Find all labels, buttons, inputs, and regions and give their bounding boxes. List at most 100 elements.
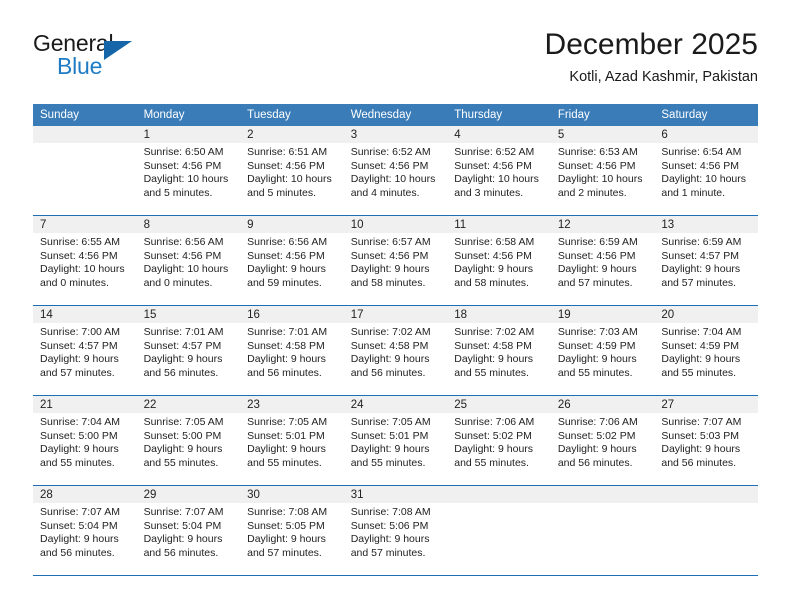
calendar-day-cell[interactable]: 8 Sunrise: 6:56 AM Sunset: 4:56 PM Daylight…: [136, 215, 241, 306]
daylight-text-line2: and 4 minutes.: [350, 186, 420, 199]
daylight-text-line2: and 56 minutes.: [247, 366, 322, 379]
day-cell-inner: 17 Sunrise: 7:02 AM Sunset: 4:58 PM Dayligh…: [343, 306, 448, 395]
calendar-day-cell[interactable]: 12 Sunrise: 6:59 AM Sunset: 4:56 PM Dayligh…: [550, 215, 655, 306]
day-cell-details: Sunrise: 6:59 AM Sunset: 4:57 PM Daylight:…: [654, 233, 758, 290]
calendar-day-cell[interactable]: 19 Sunrise: 7:03 AM Sunset: 4:59 PM Dayligh…: [550, 305, 655, 396]
calendar-day-cell[interactable]: 4 Sunrise: 6:52 AM Sunset: 4:56 PM Daylight…: [447, 126, 551, 216]
weekday-header-thursday: Thursday: [447, 104, 551, 126]
daylight-text-line2: and 55 minutes.: [247, 456, 322, 469]
day-cell-details: [654, 503, 758, 506]
sunset-text: Sunset: 4:57 PM: [40, 339, 118, 352]
calendar-day-cell[interactable]: 20 Sunrise: 7:04 AM Sunset: 4:59 PM Dayligh…: [654, 305, 758, 396]
daylight-text-line2: and 56 minutes.: [143, 366, 219, 379]
day-number: [447, 486, 551, 503]
daylight-text-line1: Daylight: 9 hours: [143, 353, 223, 366]
calendar-day-cell[interactable]: 21 Sunrise: 7:04 AM Sunset: 5:00 PM Dayligh…: [33, 395, 137, 486]
calendar-week-row: 7 Sunrise: 6:55 AM Sunset: 4:56 PM Daylight…: [33, 215, 758, 306]
day-cell-details: Sunrise: 6:51 AM Sunset: 4:56 PM Daylight:…: [240, 143, 344, 200]
sunrise-text: Sunrise: 7:02 AM: [454, 326, 535, 338]
daylight-text-line1: Daylight: 9 hours: [247, 533, 326, 546]
calendar-day-cell[interactable]: 17 Sunrise: 7:02 AM Sunset: 4:58 PM Dayligh…: [343, 305, 448, 396]
day-cell-details: Sunrise: 6:55 AM Sunset: 4:56 PM Daylight:…: [33, 233, 137, 290]
daylight-text-line1: Daylight: 10 hours: [350, 173, 436, 186]
day-number: 30: [240, 486, 344, 503]
calendar-day-cell[interactable]: 11 Sunrise: 6:58 AM Sunset: 4:56 PM Dayligh…: [447, 215, 551, 306]
sunset-text: Sunset: 4:59 PM: [661, 339, 740, 352]
calendar-day-cell[interactable]: 31 Sunrise: 7:08 AM Sunset: 5:06 PM Dayligh…: [343, 485, 448, 576]
day-cell-inner: 21 Sunrise: 7:04 AM Sunset: 5:00 PM Dayligh…: [33, 396, 137, 485]
calendar-day-cell[interactable]: 28 Sunrise: 7:07 AM Sunset: 5:04 PM Dayligh…: [33, 485, 137, 576]
weekday-header-tuesday: Tuesday: [240, 104, 344, 126]
sunrise-text: Sunrise: 6:54 AM: [661, 146, 742, 158]
sunset-text: Sunset: 5:05 PM: [247, 519, 325, 532]
day-cell-details: Sunrise: 7:08 AM Sunset: 5:05 PM Daylight:…: [240, 503, 344, 560]
calendar-day-cell[interactable]: 3 Sunrise: 6:52 AM Sunset: 4:56 PM Daylight…: [343, 126, 448, 216]
day-cell-inner: [654, 486, 758, 575]
sunset-text: Sunset: 4:56 PM: [143, 249, 222, 262]
sunrise-text: Sunrise: 7:06 AM: [454, 416, 535, 428]
day-number: 24: [343, 396, 448, 413]
calendar-day-cell-empty: [447, 485, 551, 576]
daylight-text-line1: Daylight: 9 hours: [247, 263, 326, 276]
daylight-text-line1: Daylight: 9 hours: [40, 533, 119, 546]
day-number: 31: [343, 486, 448, 503]
day-cell-inner: 26 Sunrise: 7:06 AM Sunset: 5:02 PM Dayligh…: [550, 396, 655, 485]
calendar-day-cell[interactable]: 27 Sunrise: 7:07 AM Sunset: 5:03 PM Dayligh…: [654, 395, 758, 486]
daylight-text-line2: and 56 minutes.: [661, 456, 737, 469]
calendar-day-cell[interactable]: 15 Sunrise: 7:01 AM Sunset: 4:57 PM Dayligh…: [136, 305, 241, 396]
day-cell-details: Sunrise: 7:03 AM Sunset: 4:59 PM Daylight:…: [551, 323, 655, 380]
logo-text-blue: Blue: [57, 53, 103, 79]
sunset-text: Sunset: 5:03 PM: [661, 429, 740, 442]
weekday-header-sunday: Sunday: [33, 104, 137, 126]
calendar-day-cell[interactable]: 18 Sunrise: 7:02 AM Sunset: 4:58 PM Dayligh…: [447, 305, 551, 396]
daylight-text-line2: and 58 minutes.: [454, 276, 529, 289]
calendar-day-cell[interactable]: 2 Sunrise: 6:51 AM Sunset: 4:56 PM Daylight…: [240, 126, 344, 216]
calendar-day-cell[interactable]: 30 Sunrise: 7:08 AM Sunset: 5:05 PM Dayligh…: [240, 485, 344, 576]
calendar-day-cell[interactable]: 13 Sunrise: 6:59 AM Sunset: 4:57 PM Dayligh…: [654, 215, 758, 306]
daylight-text-line1: Daylight: 9 hours: [557, 263, 637, 276]
sunrise-text: Sunrise: 6:57 AM: [350, 236, 431, 248]
day-number: 19: [550, 306, 655, 323]
calendar-day-cell[interactable]: 7 Sunrise: 6:55 AM Sunset: 4:56 PM Daylight…: [33, 215, 137, 306]
general-blue-logo[interactable]: General Blue: [33, 30, 153, 82]
daylight-text-line2: and 2 minutes.: [557, 186, 627, 199]
sunset-text: Sunset: 4:56 PM: [40, 249, 118, 262]
calendar-day-cell[interactable]: 25 Sunrise: 7:06 AM Sunset: 5:02 PM Dayligh…: [447, 395, 551, 486]
day-number: 12: [550, 216, 655, 233]
daylight-text-line1: Daylight: 9 hours: [454, 263, 534, 276]
calendar-day-cell[interactable]: 1 Sunrise: 6:50 AM Sunset: 4:56 PM Daylight…: [136, 126, 241, 216]
daylight-text-line1: Daylight: 9 hours: [350, 263, 430, 276]
calendar-day-cell[interactable]: 10 Sunrise: 6:57 AM Sunset: 4:56 PM Dayligh…: [343, 215, 448, 306]
calendar-day-cell[interactable]: 16 Sunrise: 7:01 AM Sunset: 4:58 PM Dayligh…: [240, 305, 344, 396]
calendar-day-cell[interactable]: 23 Sunrise: 7:05 AM Sunset: 5:01 PM Dayligh…: [240, 395, 344, 486]
sunrise-text: Sunrise: 7:03 AM: [557, 326, 638, 338]
calendar-week-row: 21 Sunrise: 7:04 AM Sunset: 5:00 PM Dayligh…: [33, 395, 758, 486]
sunrise-text: Sunrise: 7:00 AM: [40, 326, 120, 338]
day-cell-inner: 23 Sunrise: 7:05 AM Sunset: 5:01 PM Dayligh…: [240, 396, 344, 485]
calendar-day-cell[interactable]: 22 Sunrise: 7:05 AM Sunset: 5:00 PM Dayligh…: [136, 395, 241, 486]
day-number: 22: [136, 396, 241, 413]
daylight-text-line1: Daylight: 9 hours: [661, 443, 741, 456]
sunrise-text: Sunrise: 6:53 AM: [557, 146, 638, 158]
day-cell-inner: [550, 486, 655, 575]
sunset-text: Sunset: 4:56 PM: [557, 159, 636, 172]
calendar-day-cell[interactable]: 14 Sunrise: 7:00 AM Sunset: 4:57 PM Dayligh…: [33, 305, 137, 396]
sunset-text: Sunset: 5:04 PM: [40, 519, 118, 532]
calendar-day-cell[interactable]: 29 Sunrise: 7:07 AM Sunset: 5:04 PM Dayligh…: [136, 485, 241, 576]
calendar-day-cell-empty: [550, 485, 655, 576]
sunset-text: Sunset: 4:56 PM: [454, 249, 532, 262]
day-number: 23: [240, 396, 344, 413]
weekday-header-saturday: Saturday: [654, 104, 758, 126]
calendar-day-cell[interactable]: 6 Sunrise: 6:54 AM Sunset: 4:56 PM Daylight…: [654, 126, 758, 216]
calendar-day-cell[interactable]: 9 Sunrise: 6:56 AM Sunset: 4:56 PM Daylight…: [240, 215, 344, 306]
calendar-day-cell[interactable]: 24 Sunrise: 7:05 AM Sunset: 5:01 PM Dayligh…: [343, 395, 448, 486]
daylight-text-line2: and 55 minutes.: [40, 456, 115, 469]
calendar-day-cell[interactable]: 26 Sunrise: 7:06 AM Sunset: 5:02 PM Dayligh…: [550, 395, 655, 486]
sunset-text: Sunset: 4:56 PM: [247, 159, 325, 172]
day-number: 6: [654, 126, 758, 143]
day-cell-details: Sunrise: 6:53 AM Sunset: 4:56 PM Daylight:…: [551, 143, 655, 200]
calendar-day-cell[interactable]: 5 Sunrise: 6:53 AM Sunset: 4:56 PM Daylight…: [550, 126, 655, 216]
sunrise-text: Sunrise: 6:52 AM: [350, 146, 431, 158]
daylight-text-line1: Daylight: 10 hours: [143, 173, 229, 186]
day-number: 16: [240, 306, 344, 323]
